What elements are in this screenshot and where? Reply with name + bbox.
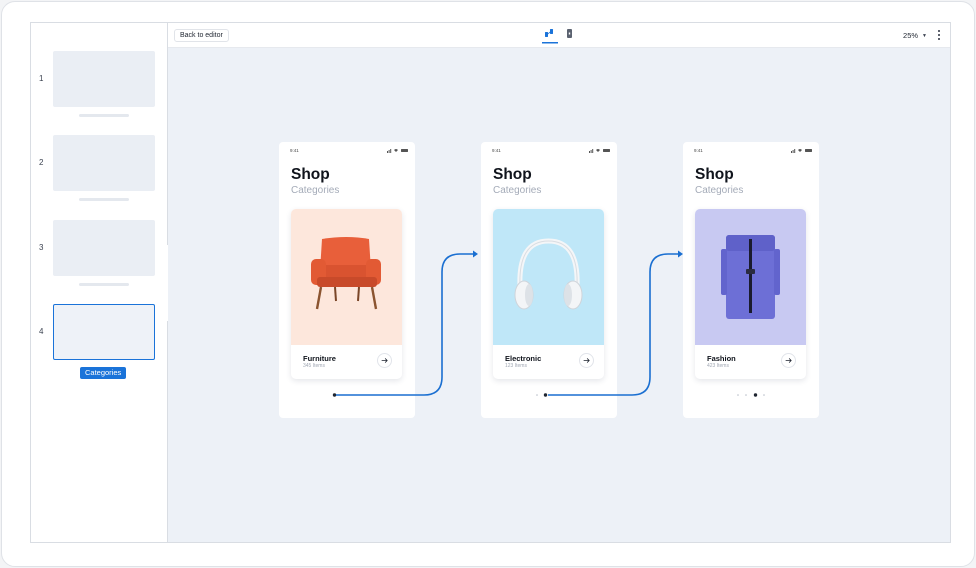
page-title: Shop (493, 166, 532, 183)
slide-1[interactable]: 1 (31, 51, 168, 126)
slide-thumbnail[interactable] (53, 220, 155, 276)
category-name: Fashion (707, 354, 736, 363)
armchair-image (291, 209, 402, 345)
screen-electronic[interactable]: 9:41 Shop Categories Electronic 123 Item… (481, 142, 617, 418)
status-icons (791, 149, 812, 153)
page-title: Shop (695, 166, 734, 183)
category-count: 345 Items (303, 363, 325, 369)
slide-label-placeholder (79, 114, 129, 117)
slide-number: 2 (39, 158, 44, 167)
slides-sidebar: 1 2 3 4 Categories (31, 23, 168, 542)
screen-furniture[interactable]: 9:41 Shop Categories Furniture 345 Items (279, 142, 415, 418)
category-card[interactable]: Furniture 345 Items (291, 209, 402, 379)
backpack-image (695, 209, 806, 345)
slide-name-badge: Categories (80, 367, 127, 379)
zoom-value: 25% (903, 31, 919, 40)
slide-thumbnail[interactable] (53, 135, 155, 191)
status-time: 9:41 (492, 148, 501, 153)
status-time: 9:41 (290, 148, 299, 153)
page-subtitle: Categories (493, 185, 542, 196)
slide-thumbnail-selected[interactable] (53, 304, 155, 360)
flow-view-icon[interactable] (542, 29, 558, 44)
status-icons (387, 149, 408, 153)
slide-4[interactable]: 4 Categories (31, 304, 168, 379)
zoom-dropdown[interactable]: 25% ▼ (903, 31, 927, 40)
category-card[interactable]: Electronic 123 Items (493, 209, 604, 379)
category-name: Furniture (303, 354, 336, 363)
page-title: Shop (291, 166, 330, 183)
category-card[interactable]: Fashion 423 Items (695, 209, 806, 379)
category-count: 423 Items (707, 363, 729, 369)
prototype-preview: 1 2 3 4 Categories Back to editor 25% ▼ … (30, 22, 951, 543)
arrow-right-icon[interactable] (781, 353, 796, 368)
pagination-dots (536, 393, 548, 397)
status-icons (589, 149, 610, 153)
headphones-image (493, 209, 604, 345)
status-time: 9:41 (694, 148, 703, 153)
slide-2[interactable]: 2 (31, 135, 168, 210)
pagination-dots (332, 393, 337, 397)
slide-3[interactable]: 3 (31, 220, 168, 295)
chevron-down-icon: ▼ (922, 33, 927, 39)
device-view-icon[interactable] (567, 29, 572, 38)
arrow-right-icon[interactable] (377, 353, 392, 368)
preview-toolbar: Back to editor 25% ▼ (168, 23, 950, 48)
screen-fashion[interactable]: 9:41 Shop Categories Fashion 423 Items (683, 142, 819, 418)
more-options-icon[interactable] (938, 30, 941, 42)
slide-label-placeholder (79, 283, 129, 286)
pagination-dots (737, 393, 765, 397)
slide-label-placeholder (79, 198, 129, 201)
category-count: 123 Items (505, 363, 527, 369)
slide-number: 3 (39, 243, 44, 252)
page-subtitle: Categories (695, 185, 744, 196)
view-switcher (542, 29, 572, 44)
page-subtitle: Categories (291, 185, 340, 196)
category-name: Electronic (505, 354, 542, 363)
arrow-right-icon[interactable] (579, 353, 594, 368)
app-window: 1 2 3 4 Categories Back to editor 25% ▼ … (1, 1, 975, 567)
back-to-editor-button[interactable]: Back to editor (174, 29, 229, 42)
slide-number: 4 (39, 327, 44, 336)
slide-number: 1 (39, 74, 44, 83)
slide-thumbnail[interactable] (53, 51, 155, 107)
preview-canvas: 9:41 Shop Categories Furniture 345 Items… (168, 48, 950, 542)
